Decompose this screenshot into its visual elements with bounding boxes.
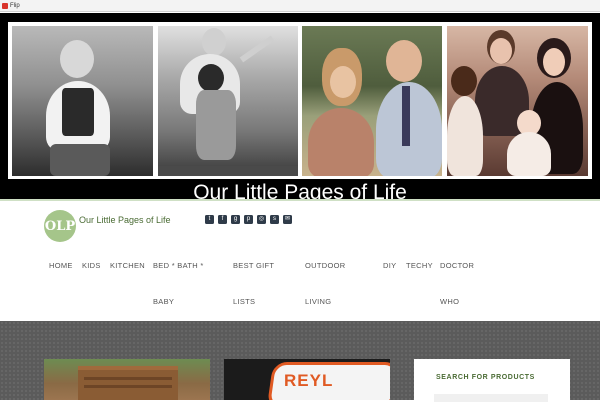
nav-bed-bath-baby-line2: BABY [153,297,175,306]
site-header: OLP Our Little Pages of Life t f g p ◎ s… [0,199,600,321]
facebook-icon[interactable]: f [218,215,227,224]
email-icon[interactable]: ✉ [283,215,292,224]
banner-photo-2 [158,26,298,176]
nav-diy-label: DIY [383,261,397,270]
header-banner[interactable]: Our Little Pages of Life [0,13,600,199]
nav-bed-bath-baby[interactable]: BED * BATH * BABY [153,248,204,320]
banner-photo-3 [302,26,442,176]
photo-collage [8,22,592,179]
nav-diy[interactable]: DIY [383,248,396,284]
harley-logo-text: REYL [284,371,334,390]
google-plus-icon[interactable]: g [231,215,240,224]
nav-kitchen[interactable]: KITCHEN [110,248,145,284]
post-card-bench[interactable] [44,359,210,400]
nav-best-gift-lists[interactable]: BEST GIFT LISTS [233,248,274,320]
site-logo[interactable]: OLP [44,210,76,242]
nav-kids-label: KIDS [82,261,101,270]
post-card-harley[interactable]: REYL [224,359,390,400]
nav-best-gift-lists-line2: LISTS [233,297,256,306]
nav-techy[interactable]: TECHY [406,248,433,284]
nav-doctor-who-line2: WHO [440,297,460,306]
site-name-link[interactable]: Our Little Pages of Life [79,215,171,225]
banner-title: Our Little Pages of Life [193,181,407,199]
banner-photo-4 [447,26,588,176]
stumbleupon-icon[interactable]: s [270,215,279,224]
browser-tab-title: Flip [10,3,20,9]
sidebar-widget: SEARCH FOR PRODUCTS [414,359,570,402]
twitter-icon[interactable]: t [205,215,214,224]
bench-image [78,366,178,400]
search-products-title: SEARCH FOR PRODUCTS [436,374,535,381]
nav-kitchen-label: KITCHEN [110,261,146,270]
nav-techy-label: TECHY [406,261,433,270]
instagram-icon[interactable]: ◎ [257,215,266,224]
browser-tab-strip: Flip [0,0,600,12]
nav-home[interactable]: HOME [49,248,73,284]
nav-outdoor-living[interactable]: OUTDOOR LIVING [305,248,345,320]
nav-bed-bath-baby-line1: BED * BATH * [153,261,204,270]
favicon-icon [2,3,8,9]
content-area: REYL SEARCH FOR PRODUCTS [0,321,600,402]
nav-home-label: HOME [49,261,73,270]
nav-doctor-who[interactable]: DOCTOR WHO [440,248,474,320]
product-search-input[interactable] [434,394,548,402]
nav-outdoor-living-line2: LIVING [305,297,332,306]
pinterest-icon[interactable]: p [244,215,253,224]
browser-tab[interactable]: Flip [2,2,20,10]
nav-outdoor-living-line1: OUTDOOR [305,261,346,270]
banner-photo-1 [12,26,153,176]
nav-doctor-who-line1: DOCTOR [440,261,475,270]
nav-best-gift-lists-line1: BEST GIFT [233,261,275,270]
social-icons: t f g p ◎ s ✉ [205,215,292,224]
nav-kids[interactable]: KIDS [82,248,101,284]
